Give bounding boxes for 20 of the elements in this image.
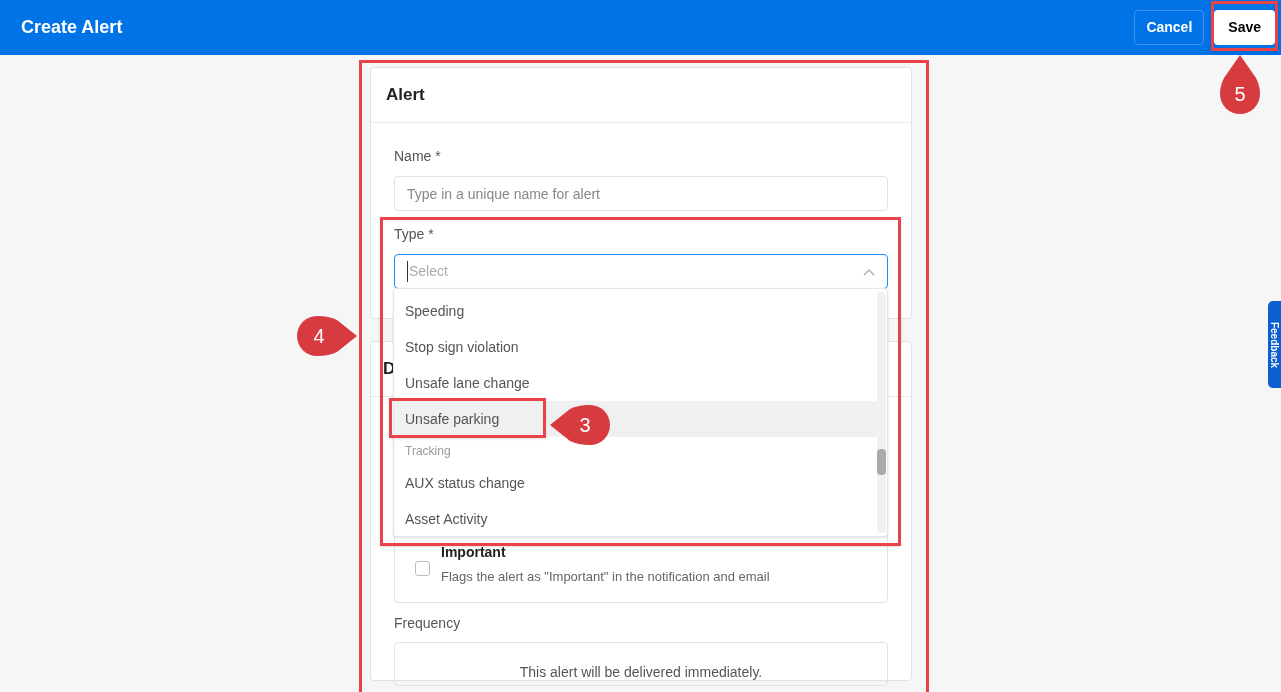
callout-marker: 4 xyxy=(295,316,359,356)
save-button[interactable]: Save xyxy=(1214,10,1275,45)
checkbox[interactable] xyxy=(415,560,430,576)
frequency-text: This alert will be delivered immediately. xyxy=(519,663,763,682)
field-label: Name * xyxy=(394,147,442,166)
option-description: Flags the alert as "Important" in the notification and email xyxy=(441,567,770,586)
field-label: Frequency xyxy=(394,614,462,633)
option-title: Important xyxy=(441,542,507,562)
cancel-button[interactable]: Cancel xyxy=(1134,10,1205,45)
highlight-frame xyxy=(1211,1,1278,51)
dropdown-option[interactable]: Asset Activity xyxy=(394,501,877,536)
group-label: Tracking xyxy=(404,443,452,460)
page-title: Create Alert xyxy=(21,16,123,39)
name-input[interactable]: Type in a unique name for alert xyxy=(394,176,888,211)
card-title: Alert xyxy=(386,84,425,107)
callout-marker: 3 xyxy=(548,405,610,445)
callout-marker: 5 xyxy=(1220,54,1260,114)
chevron-icon xyxy=(863,267,875,276)
field-label: Type * xyxy=(394,225,435,244)
feedback-tab[interactable]: Feedback xyxy=(1268,301,1281,388)
